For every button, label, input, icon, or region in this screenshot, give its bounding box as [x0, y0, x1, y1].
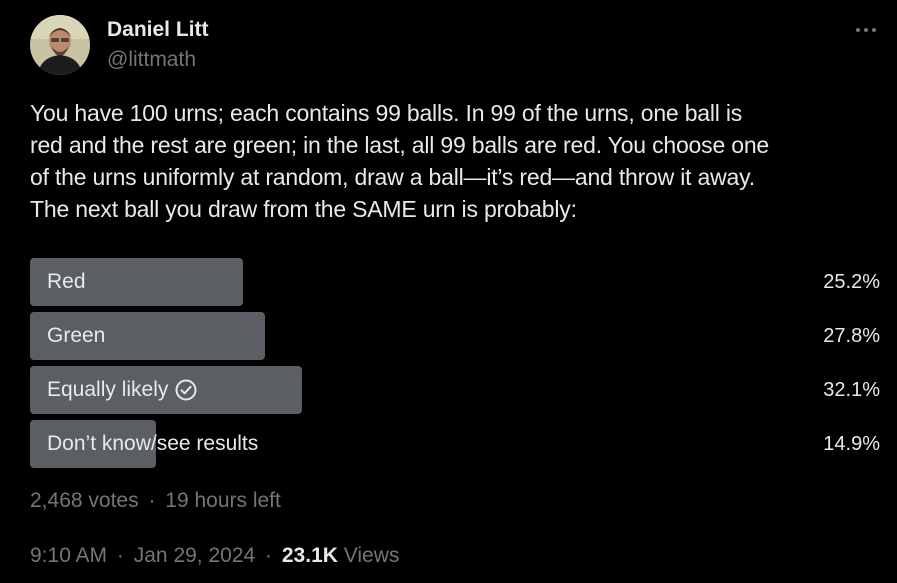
- poll-option-percent: 25.2%: [823, 271, 880, 293]
- more-options-button[interactable]: [846, 16, 886, 44]
- more-horizontal-icon: [856, 28, 876, 32]
- tweet-date[interactable]: Jan 29, 2024: [134, 544, 255, 567]
- poll-meta: 2,468 votes · 19 hours left: [30, 487, 281, 515]
- poll-option-label: Green: [47, 324, 106, 347]
- poll-option-percent: 27.8%: [823, 325, 880, 347]
- tweet-time[interactable]: 9:10 AM: [30, 544, 107, 567]
- views-label: Views: [343, 544, 400, 567]
- author-name[interactable]: Daniel Litt: [107, 17, 209, 43]
- separator: ·: [265, 544, 273, 567]
- separator: ·: [148, 489, 156, 512]
- poll: Red 25.2% Green 27.8% Equally likely 32.…: [30, 258, 880, 474]
- poll-option-percent: 14.9%: [823, 433, 880, 455]
- avatar-image: [30, 15, 90, 75]
- poll-option-label: Don’t know/see results: [47, 432, 259, 455]
- poll-votes: 2,468 votes: [30, 489, 139, 512]
- separator: ·: [116, 544, 124, 567]
- author-handle[interactable]: @littmath: [107, 47, 196, 73]
- poll-option-equally-likely[interactable]: Equally likely 32.1%: [30, 366, 880, 414]
- poll-option-label: Equally likely: [47, 378, 169, 401]
- poll-option-dont-know[interactable]: Don’t know/see results 14.9%: [30, 420, 880, 468]
- tweet-meta: 9:10 AM · Jan 29, 2024 · 23.1K Views: [30, 542, 399, 570]
- poll-time-left: 19 hours left: [165, 489, 281, 512]
- views-count[interactable]: 23.1K: [282, 544, 338, 567]
- poll-option-red[interactable]: Red 25.2%: [30, 258, 880, 306]
- avatar[interactable]: [30, 15, 90, 75]
- poll-option-percent: 32.1%: [823, 379, 880, 401]
- poll-option-label: Red: [47, 270, 86, 293]
- poll-option-green[interactable]: Green 27.8%: [30, 312, 880, 360]
- tweet-text: You have 100 urns; each contains 99 ball…: [30, 100, 769, 222]
- check-circle-icon: [174, 378, 198, 402]
